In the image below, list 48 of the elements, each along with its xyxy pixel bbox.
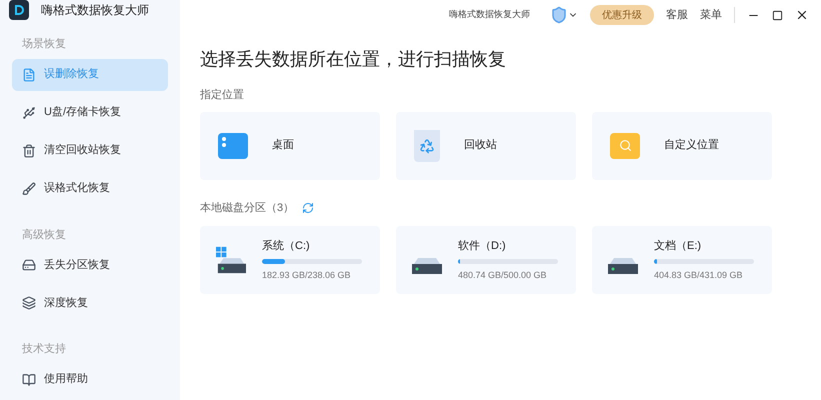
- disk-card[interactable]: 文档（E:) 404.83 GB/431.09 GB: [592, 226, 772, 294]
- folder-search-icon: [610, 132, 640, 158]
- app-name: 嗨格式数据恢复大师: [41, 2, 149, 19]
- sidebar-item[interactable]: 误格式化恢复: [12, 172, 168, 204]
- section-title: 技术支持: [22, 342, 67, 357]
- recycle-bin-icon: [414, 130, 440, 162]
- upgrade-button[interactable]: 优惠升级: [590, 5, 654, 25]
- disk-name: 系统（C:): [262, 238, 311, 254]
- disk-card[interactable]: 软件（D:) 480.74 GB/500.00 GB: [396, 226, 576, 294]
- close-icon[interactable]: [795, 8, 809, 22]
- disk-card[interactable]: 系统（C:) 182.93 GB/238.06 GB: [200, 226, 380, 294]
- sidebar-item[interactable]: 使用帮助: [12, 364, 168, 396]
- system-drive-icon: [216, 246, 246, 274]
- shield-icon: [550, 6, 568, 24]
- brush-icon: [22, 182, 36, 196]
- drive-icon: [22, 258, 36, 272]
- sidebar-item[interactable]: U盘/存储卡恢复: [12, 96, 168, 128]
- usb-icon: [22, 106, 36, 120]
- disk-name: 软件（D:): [458, 238, 507, 254]
- layers-icon: [22, 296, 36, 310]
- account-menu[interactable]: [550, 6, 578, 24]
- location-card[interactable]: 自定义位置: [592, 112, 772, 180]
- location-card[interactable]: 桌面: [200, 112, 380, 180]
- section-title: 高级恢复: [22, 228, 67, 242]
- sidebar-item[interactable]: 清空回收站恢复: [12, 134, 168, 166]
- drive-icon: [412, 258, 442, 274]
- window-title: 嗨格式数据恢复大师: [449, 8, 530, 22]
- sidebar-item[interactable]: 丢失分区恢复: [12, 249, 168, 281]
- section-title: 指定位置: [200, 88, 245, 103]
- disk-name: 文档（E:): [654, 238, 702, 254]
- location-card[interactable]: 回收站: [396, 112, 576, 180]
- page-heading: 选择丢失数据所在位置，进行扫描恢复: [200, 48, 507, 71]
- app-logo-icon: [9, 0, 29, 20]
- maximize-icon[interactable]: [772, 10, 783, 20]
- book-icon: [22, 372, 36, 386]
- disk-usage: 404.83 GB/431.09 GB: [654, 269, 744, 282]
- header-link[interactable]: 客服: [666, 6, 688, 24]
- drive-icon: [608, 258, 638, 274]
- sidebar-item[interactable]: 深度恢复: [12, 287, 168, 319]
- document-icon: [22, 68, 36, 82]
- disk-usage: 182.93 GB/238.06 GB: [262, 269, 352, 282]
- header-link[interactable]: 菜单: [700, 6, 722, 24]
- refresh-icon[interactable]: [302, 202, 314, 214]
- section-title: 本地磁盘分区（3）: [200, 200, 294, 216]
- section-title: 场景恢复: [22, 37, 67, 52]
- disk-usage: 480.74 GB/500.00 GB: [458, 269, 548, 282]
- monitor-icon: [218, 132, 248, 158]
- trash-icon: [22, 144, 36, 158]
